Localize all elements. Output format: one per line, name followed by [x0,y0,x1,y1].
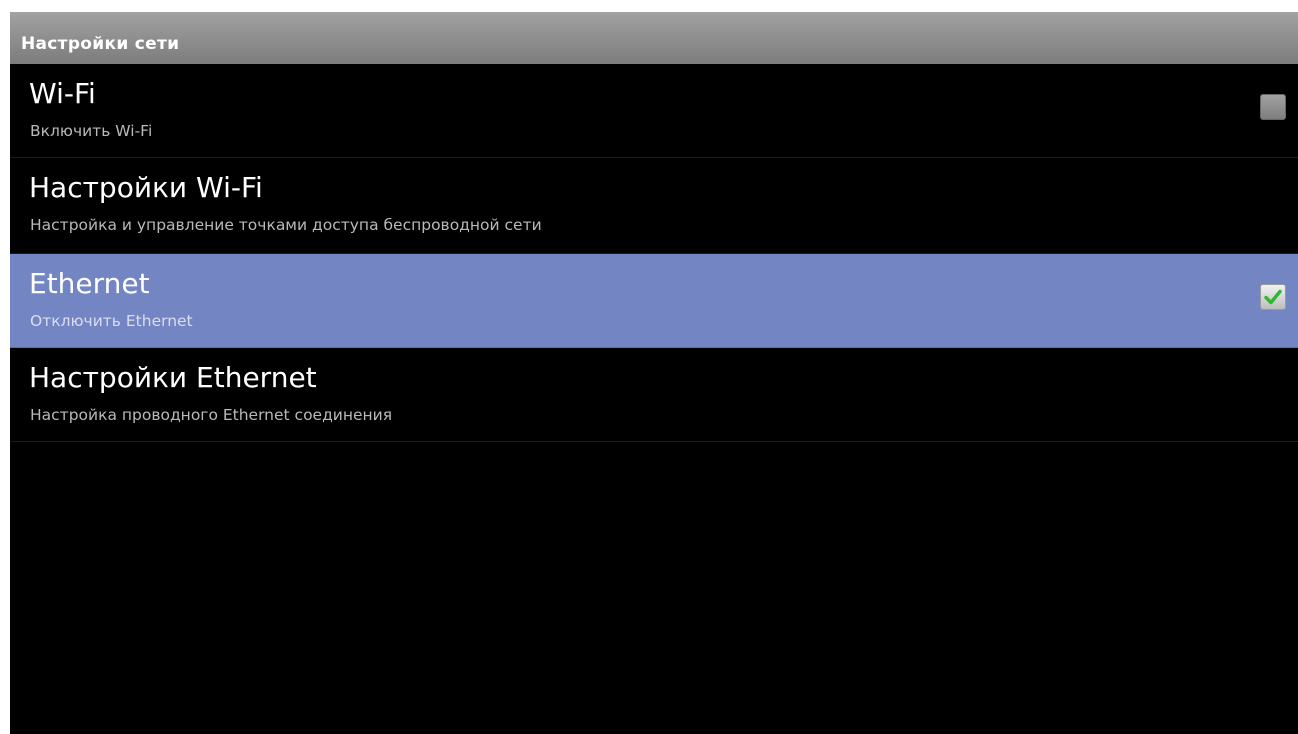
ethernet-checkbox[interactable] [1260,284,1286,310]
section-header: Настройки сети [10,12,1298,64]
section-header-title: Настройки сети [21,34,180,54]
wifi-checkbox[interactable] [1260,94,1286,120]
pref-summary: Настройка и управление точками доступа б… [30,216,542,234]
pref-title: Ethernet [29,267,150,300]
pref-summary: Настройка проводного Ethernet соединения [30,406,393,424]
check-icon [1264,289,1282,305]
pref-item-ethernet[interactable]: Ethernet Отключить Ethernet [10,254,1298,348]
settings-screen: Настройки сети Wi-Fi Включить Wi-Fi Наст… [10,12,1298,734]
pref-item-wifi-settings[interactable]: Настройки Wi-Fi Настройка и управление т… [10,158,1298,254]
pref-summary: Отключить Ethernet [30,312,193,330]
pref-title: Настройки Ethernet [29,361,317,394]
pref-item-wifi[interactable]: Wi-Fi Включить Wi-Fi [10,64,1298,158]
pref-title: Wi-Fi [29,77,96,110]
pref-summary: Включить Wi-Fi [30,122,153,140]
pref-title: Настройки Wi-Fi [29,171,263,204]
pref-item-ethernet-settings[interactable]: Настройки Ethernet Настройка проводного … [10,348,1298,442]
